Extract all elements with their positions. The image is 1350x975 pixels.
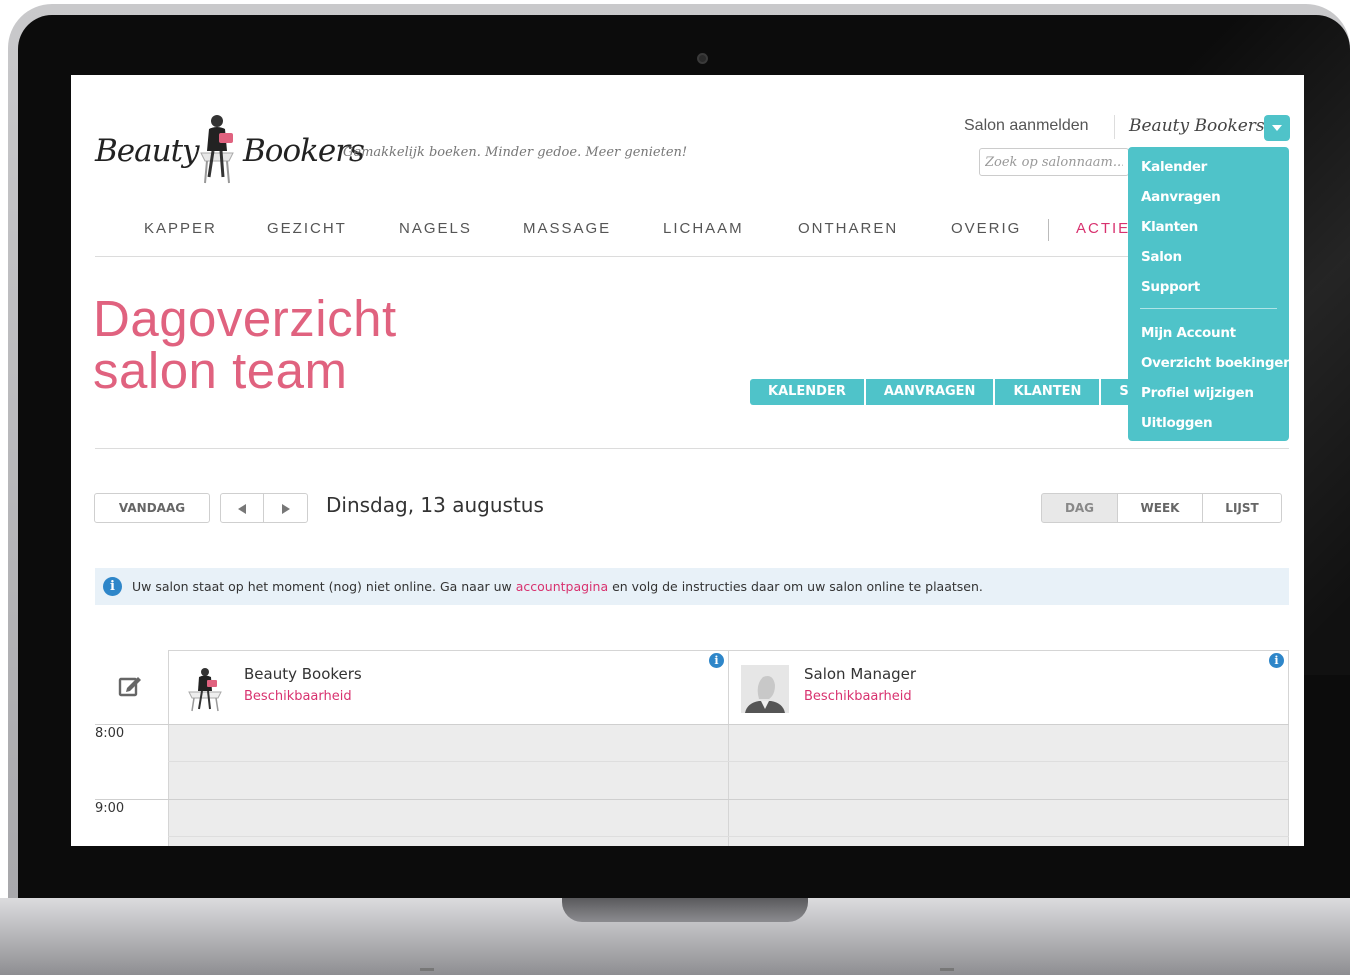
laptop-notch (562, 898, 808, 922)
menu-item-salon[interactable]: Salon (1128, 245, 1289, 275)
user-menu-name[interactable]: Beauty Bookers (1129, 116, 1265, 136)
laptop-foot (940, 968, 954, 971)
account-page-link[interactable]: accountpagina (516, 579, 608, 594)
half-hour-line (168, 761, 1289, 762)
info-icon[interactable]: i (1269, 653, 1284, 668)
user-menu-toggle-button[interactable] (1264, 115, 1290, 141)
info-icon[interactable]: i (709, 653, 724, 668)
app-screen: Beauty Bookers Gemakkelijk boeken. Minde… (71, 75, 1304, 846)
menu-item-klanten[interactable]: Klanten (1128, 215, 1289, 245)
staff-avatar-logo (188, 668, 222, 712)
availability-link[interactable]: Beschikbaarheid (244, 689, 352, 704)
time-label: 8:00 (95, 726, 125, 741)
prev-day-button[interactable] (220, 493, 264, 523)
nav-item-overig[interactable]: OVERIG (951, 220, 1021, 237)
tab-aanvragen[interactable]: AANVRAGEN (865, 379, 996, 405)
half-hour-line (168, 836, 1289, 837)
user-dropdown-menu: Kalender Aanvragen Klanten Salon Support… (1128, 147, 1293, 441)
tab-kalender[interactable]: KALENDER (750, 379, 866, 405)
logo-figure-icon (200, 115, 234, 184)
menu-item-aanvragen[interactable]: Aanvragen (1128, 185, 1289, 215)
arrow-right-icon (282, 504, 290, 514)
hour-line (95, 799, 1289, 800)
laptop-foot (420, 968, 434, 971)
view-week-button[interactable]: WEEK (1117, 493, 1203, 523)
info-message: Uw salon staat op het moment (nog) niet … (132, 568, 983, 605)
search-input[interactable] (979, 148, 1129, 176)
nav-item-kapper[interactable]: KAPPER (144, 220, 217, 237)
arrow-left-icon (238, 504, 246, 514)
time-grid: 8:00 9:00 (95, 724, 1289, 846)
view-switcher: DAG WEEK LIJST (1041, 493, 1282, 523)
edit-cell (95, 650, 168, 724)
menu-item-profiel-wijzigen[interactable]: Profiel wijzigen (1128, 381, 1289, 411)
info-text-after: en volg de instructies daar om uw salon … (608, 579, 983, 594)
page-title-line2: salon team (93, 342, 348, 399)
default-avatar-icon (741, 665, 789, 713)
today-button[interactable]: VANDAAG (94, 493, 210, 523)
staff-name: Salon Manager (804, 665, 917, 683)
availability-link[interactable]: Beschikbaarheid (804, 689, 912, 704)
nav-item-lichaam[interactable]: LICHAAM (663, 220, 744, 237)
current-date: Dinsdag, 13 augustus (326, 493, 544, 517)
logo-text-left: Beauty (95, 133, 200, 169)
nav-item-ontharen[interactable]: ONTHAREN (798, 220, 898, 237)
hour-line (95, 724, 1289, 725)
info-banner: i Uw salon staat op het moment (nog) nie… (95, 568, 1289, 605)
menu-item-kalender[interactable]: Kalender (1128, 155, 1289, 185)
next-day-button[interactable] (263, 493, 308, 523)
main-nav: KAPPER GEZICHT NAGELS MASSAGE LICHAAM ON… (95, 215, 1289, 257)
staff-header-salon-manager: Salon Manager Beschikbaarheid i (728, 650, 1289, 724)
nav-divider (1048, 219, 1049, 241)
nav-item-gezicht[interactable]: GEZICHT (267, 220, 347, 237)
info-text-before: Uw salon staat op het moment (nog) niet … (132, 579, 516, 594)
menu-item-overzicht-boekingen[interactable]: Overzicht boekingen (1128, 351, 1293, 381)
webcam-icon (697, 53, 708, 64)
time-slots-column[interactable] (728, 724, 1289, 846)
time-slots-column[interactable] (168, 724, 728, 846)
edit-icon[interactable] (118, 674, 142, 698)
day-calendar: Beauty Bookers Beschikbaarheid i Salon M… (95, 650, 1289, 846)
site-logo[interactable]: Beauty Bookers (95, 111, 365, 191)
salon-aanmelden-link[interactable]: Salon aanmelden (964, 117, 1089, 135)
tagline: Gemakkelijk boeken. Minder gedoe. Meer g… (343, 145, 688, 160)
header-divider (1114, 115, 1115, 139)
section-tabs: KALENDER AANVRAGEN KLANTEN SALON (750, 379, 1136, 405)
menu-item-support[interactable]: Support (1128, 275, 1289, 305)
nav-item-nagels[interactable]: NAGELS (399, 220, 472, 237)
laptop-base (0, 898, 1350, 975)
menu-divider (1140, 308, 1277, 309)
nav-item-massage[interactable]: MASSAGE (523, 220, 611, 237)
page-title-line1: Dagoverzicht (93, 290, 397, 347)
staff-header-beauty-bookers: Beauty Bookers Beschikbaarheid i (168, 650, 729, 724)
tab-klanten[interactable]: KLANTEN (995, 379, 1102, 405)
view-list-button[interactable]: LIJST (1202, 493, 1282, 523)
view-day-button[interactable]: DAG (1041, 493, 1118, 523)
section-divider (95, 448, 1289, 449)
staff-name: Beauty Bookers (244, 665, 362, 683)
page-title: Dagoverzicht salon team (93, 293, 397, 397)
info-icon: i (103, 577, 122, 596)
menu-item-uitloggen[interactable]: Uitloggen (1128, 411, 1289, 441)
time-label: 9:00 (95, 801, 125, 816)
menu-item-mijn-account[interactable]: Mijn Account (1128, 321, 1289, 351)
